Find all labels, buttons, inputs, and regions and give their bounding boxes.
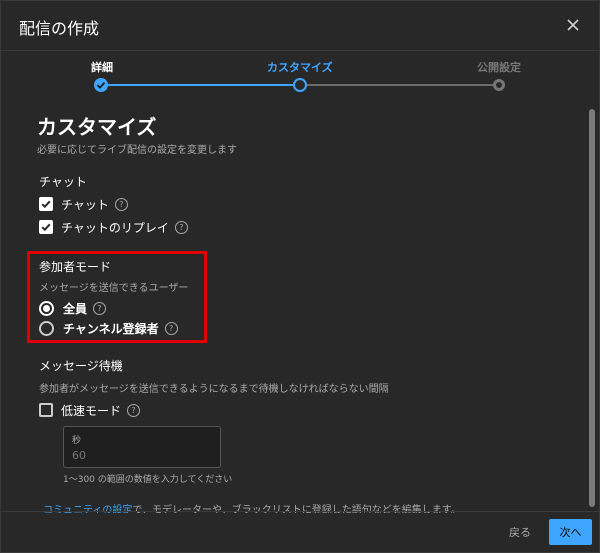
radio-unselected[interactable] bbox=[39, 320, 54, 336]
help-icon[interactable]: ? bbox=[164, 321, 178, 335]
step-details-dot[interactable] bbox=[94, 78, 108, 92]
message-delay-heading: メッセージ待機 bbox=[39, 359, 123, 373]
radio-selected[interactable] bbox=[39, 300, 54, 316]
seconds-input[interactable] bbox=[72, 447, 210, 463]
step-line-pending bbox=[307, 84, 493, 86]
slow-mode-checkbox[interactable]: 低速モード ? bbox=[39, 401, 141, 419]
customize-panel: カスタマイズ 必要に応じてライブ配信の設定を変更します チャット チャット ? … bbox=[1, 101, 587, 513]
close-button[interactable] bbox=[561, 13, 585, 37]
progress-stepper: 詳細 カスタマイズ 公開設定 bbox=[1, 51, 599, 101]
step-customize-label: カスタマイズ bbox=[267, 61, 333, 74]
help-icon[interactable]: ? bbox=[174, 220, 188, 234]
back-button[interactable]: 戻る bbox=[509, 524, 531, 540]
create-stream-dialog: 配信の作成 詳細 カスタマイズ 公開設定 カスタマイズ 必要に応じてライブ配信の… bbox=[0, 0, 600, 553]
participant-mode-description: メッセージを送信できるユーザー bbox=[39, 283, 189, 294]
step-line-completed bbox=[107, 84, 293, 86]
dialog-title: 配信の作成 bbox=[19, 19, 100, 38]
chat-heading: チャット bbox=[39, 175, 87, 189]
page-title: カスタマイズ bbox=[37, 115, 157, 139]
help-icon[interactable]: ? bbox=[114, 197, 128, 211]
checkbox-checked[interactable] bbox=[39, 197, 53, 211]
seconds-field-label: 秒 bbox=[72, 436, 82, 446]
help-icon[interactable]: ? bbox=[93, 301, 107, 315]
chat-replay-label: チャットのリプレイ bbox=[61, 220, 169, 235]
everyone-label: 全員 bbox=[63, 301, 88, 316]
dialog-header: 配信の作成 bbox=[1, 1, 599, 51]
step-customize-dot[interactable] bbox=[293, 78, 307, 92]
next-button[interactable]: 次へ bbox=[549, 519, 592, 545]
chat-replay-checkbox[interactable]: チャットのリプレイ ? bbox=[39, 218, 188, 236]
page-subtitle: 必要に応じてライブ配信の設定を変更します bbox=[37, 145, 237, 156]
scrollbar-thumb[interactable] bbox=[589, 109, 595, 507]
chat-label: チャット bbox=[61, 197, 109, 212]
checkbox-unchecked[interactable] bbox=[39, 403, 53, 417]
step-visibility-dot[interactable] bbox=[493, 79, 505, 91]
message-delay-description: 参加者がメッセージを送信できるようになるまで待機しなければならない間隔 bbox=[39, 384, 389, 395]
participant-everyone-radio[interactable]: 全員 ? bbox=[39, 299, 107, 317]
step-visibility-label: 公開設定 bbox=[477, 61, 521, 74]
checkbox-checked[interactable] bbox=[39, 220, 53, 234]
checkmark-icon bbox=[41, 223, 51, 232]
seconds-field[interactable]: 秒 bbox=[63, 426, 221, 468]
close-icon bbox=[567, 19, 579, 31]
slow-mode-label: 低速モード bbox=[61, 403, 122, 418]
dialog-footer: 戻る 次へ bbox=[1, 511, 599, 552]
seconds-hint: 1～300 の範囲の数値を入力してください bbox=[63, 475, 233, 485]
check-icon bbox=[96, 81, 106, 89]
chat-checkbox[interactable]: チャット ? bbox=[39, 195, 128, 213]
participant-subscribers-radio[interactable]: チャンネル登録者 ? bbox=[39, 319, 178, 337]
participant-mode-heading: 参加者モード bbox=[39, 260, 112, 274]
checkmark-icon bbox=[41, 200, 51, 209]
subscribers-label: チャンネル登録者 bbox=[63, 321, 159, 336]
step-details-label: 詳細 bbox=[91, 61, 113, 74]
help-icon[interactable]: ? bbox=[127, 403, 141, 417]
